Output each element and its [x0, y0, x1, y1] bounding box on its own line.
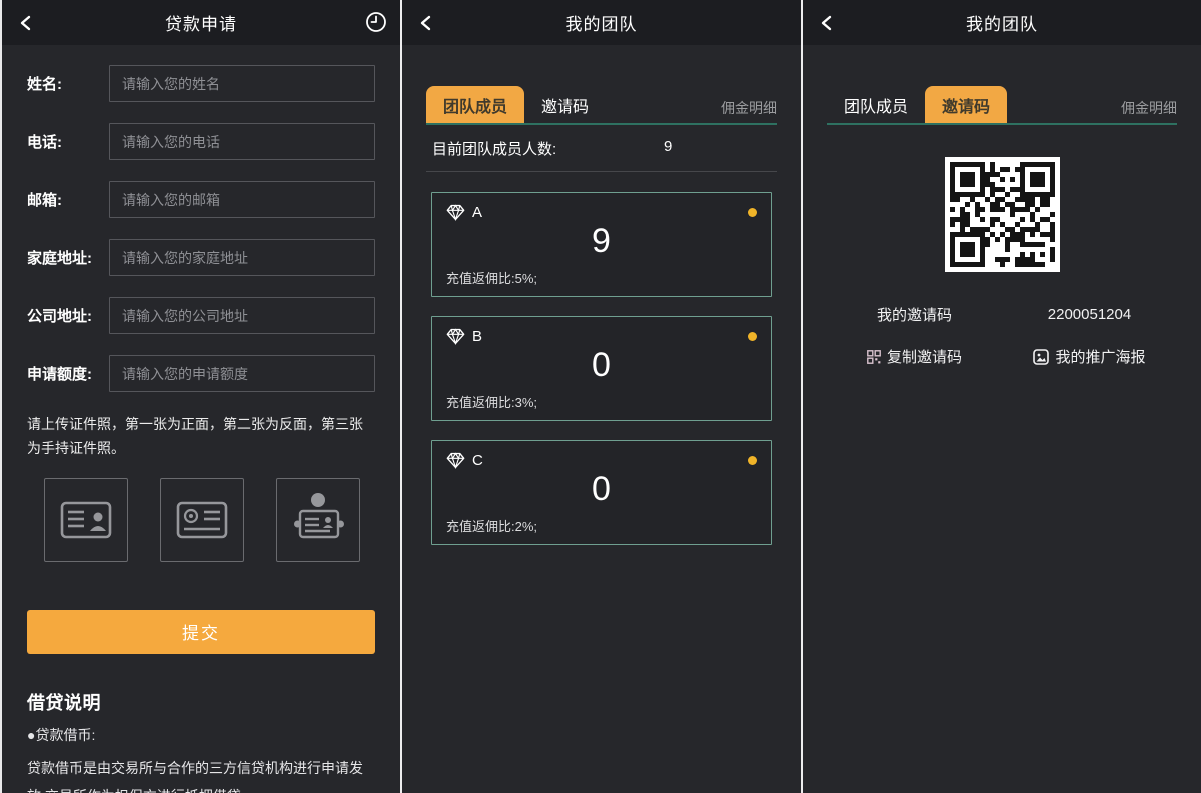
page-title: 贷款申请 [2, 10, 400, 35]
status-dot [748, 456, 757, 465]
diamond-icon [446, 328, 465, 345]
copy-invite-code-button[interactable]: 复制邀请码 [827, 346, 1002, 367]
copy-qr-icon [867, 350, 881, 364]
level-member-count: 0 [446, 346, 757, 385]
name-input[interactable] [109, 65, 375, 102]
upload-id-handheld-button[interactable] [276, 478, 360, 562]
qr-code [945, 157, 1060, 272]
team-level-cards: A 9 充值返佣比:5%; [426, 172, 777, 545]
company-address-label: 公司地址: [27, 305, 109, 326]
back-icon[interactable] [15, 12, 37, 34]
upload-instructions: 请上传证件照，第一张为正面，第二张为反面，第三张为手持证件照。 [27, 413, 375, 461]
level-card-a: A 9 充值返佣比:5%; [431, 192, 772, 297]
form-row-email: 邮箱: [27, 181, 375, 218]
form-row-amount: 申请额度: [27, 355, 375, 392]
level-rebate: 充值返佣比:2%; [446, 516, 757, 535]
back-icon[interactable] [816, 12, 838, 34]
upload-id-back-button[interactable] [160, 478, 244, 562]
status-dot [748, 332, 757, 341]
tab-team-members[interactable]: 团队成员 [827, 86, 925, 123]
copy-invite-code-label: 复制邀请码 [887, 346, 962, 367]
invite-info: 我的邀请码 2200051204 [827, 304, 1177, 367]
level-name: A [472, 204, 482, 221]
amount-input[interactable] [109, 355, 375, 392]
history-clock-icon[interactable] [365, 11, 387, 33]
promo-poster-label: 我的推广海报 [1055, 346, 1145, 367]
level-member-count: 0 [446, 470, 757, 509]
invite-actions-row: 复制邀请码 我的推广海报 [827, 346, 1177, 367]
level-rebate: 充值返佣比:5%; [446, 268, 757, 287]
id-card-handheld-icon [288, 491, 348, 549]
diamond-icon [446, 452, 465, 469]
team-appbar: 我的团队 [402, 0, 801, 45]
member-count-label: 目前团队成员人数: [432, 141, 556, 158]
loan-description: 借贷说明 ●贷款借币: 贷款借币是由交易所与合作的三方信贷机构进行申请发放,交易… [27, 689, 375, 793]
qr-code-wrap [827, 157, 1177, 272]
level-rebate: 充值返佣比:3%; [446, 392, 757, 411]
level-name: C [472, 452, 483, 469]
invite-appbar: 我的团队 [803, 0, 1201, 45]
loan-application-panel: 贷款申请 姓名: 电话: 邮箱: 家庭地址: [2, 0, 400, 793]
team-body: 团队成员 邀请码 佣金明细 目前团队成员人数: 9 [402, 86, 801, 545]
level-name: B [472, 328, 482, 345]
upload-id-front-button[interactable] [44, 478, 128, 562]
page-title: 我的团队 [402, 10, 801, 35]
team-tabbar: 团队成员 邀请码 佣金明细 [426, 86, 777, 125]
email-input[interactable] [109, 181, 375, 218]
invite-code-label: 我的邀请码 [827, 304, 1002, 325]
amount-label: 申请额度: [27, 363, 109, 384]
form-row-name: 姓名: [27, 65, 375, 102]
home-address-label: 家庭地址: [27, 247, 109, 268]
back-icon[interactable] [415, 12, 437, 34]
invite-body: 团队成员 邀请码 佣金明细 我的邀请码 2200051204 [803, 86, 1201, 367]
submit-button[interactable]: 提交 [27, 610, 375, 654]
form-row-phone: 电话: [27, 123, 375, 160]
page-title: 我的团队 [803, 10, 1201, 35]
phone-input[interactable] [109, 123, 375, 160]
diamond-icon [446, 204, 465, 221]
level-card-b: B 0 充值返佣比:3%; [431, 316, 772, 421]
id-card-back-icon [172, 497, 232, 543]
form-row-home-address: 家庭地址: [27, 239, 375, 276]
loan-description-title: 借贷说明 [27, 689, 375, 715]
home-address-input[interactable] [109, 239, 375, 276]
level-card-c: C 0 充值返佣比:2%; [431, 440, 772, 545]
tab-invite-code[interactable]: 邀请码 [925, 86, 1007, 123]
promo-poster-button[interactable]: 我的推广海报 [1002, 346, 1177, 367]
id-photo-uploads [44, 478, 375, 562]
commission-details-link[interactable]: 佣金明细 [1121, 98, 1177, 123]
tab-invite-code[interactable]: 邀请码 [524, 86, 606, 123]
invite-code-row: 我的邀请码 2200051204 [827, 304, 1177, 325]
loan-form: 姓名: 电话: 邮箱: 家庭地址: 公司地址: 申请额度: [2, 45, 400, 793]
invite-tabbar: 团队成员 邀请码 佣金明细 [827, 86, 1177, 125]
phone-label: 电话: [27, 131, 109, 152]
id-card-front-icon [56, 497, 116, 543]
level-member-count: 9 [446, 222, 757, 261]
email-label: 邮箱: [27, 189, 109, 210]
loan-note-body-1: 贷款借币是由交易所与合作的三方信贷机构进行申请发放,交易所作为担保方进行抵押借贷… [27, 755, 375, 793]
company-address-input[interactable] [109, 297, 375, 334]
poster-image-icon [1033, 349, 1049, 365]
loan-appbar: 贷款申请 [2, 0, 400, 45]
tab-team-members[interactable]: 团队成员 [426, 86, 524, 123]
commission-details-link[interactable]: 佣金明细 [721, 98, 777, 123]
status-dot [748, 208, 757, 217]
member-count-value: 9 [664, 138, 672, 155]
name-label: 姓名: [27, 73, 109, 94]
loan-note-bullet-1: ●贷款借币: [27, 725, 375, 747]
invite-code-value: 2200051204 [1002, 304, 1177, 325]
form-row-company-address: 公司地址: [27, 297, 375, 334]
invite-code-panel: 我的团队 团队成员 邀请码 佣金明细 我的邀请码 2200051204 [803, 0, 1201, 793]
app-screen: 贷款申请 姓名: 电话: 邮箱: 家庭地址: [0, 0, 1201, 793]
team-members-panel: 我的团队 团队成员 邀请码 佣金明细 目前团队成员人数: 9 [402, 0, 801, 793]
member-count-row: 目前团队成员人数: 9 [426, 125, 777, 172]
